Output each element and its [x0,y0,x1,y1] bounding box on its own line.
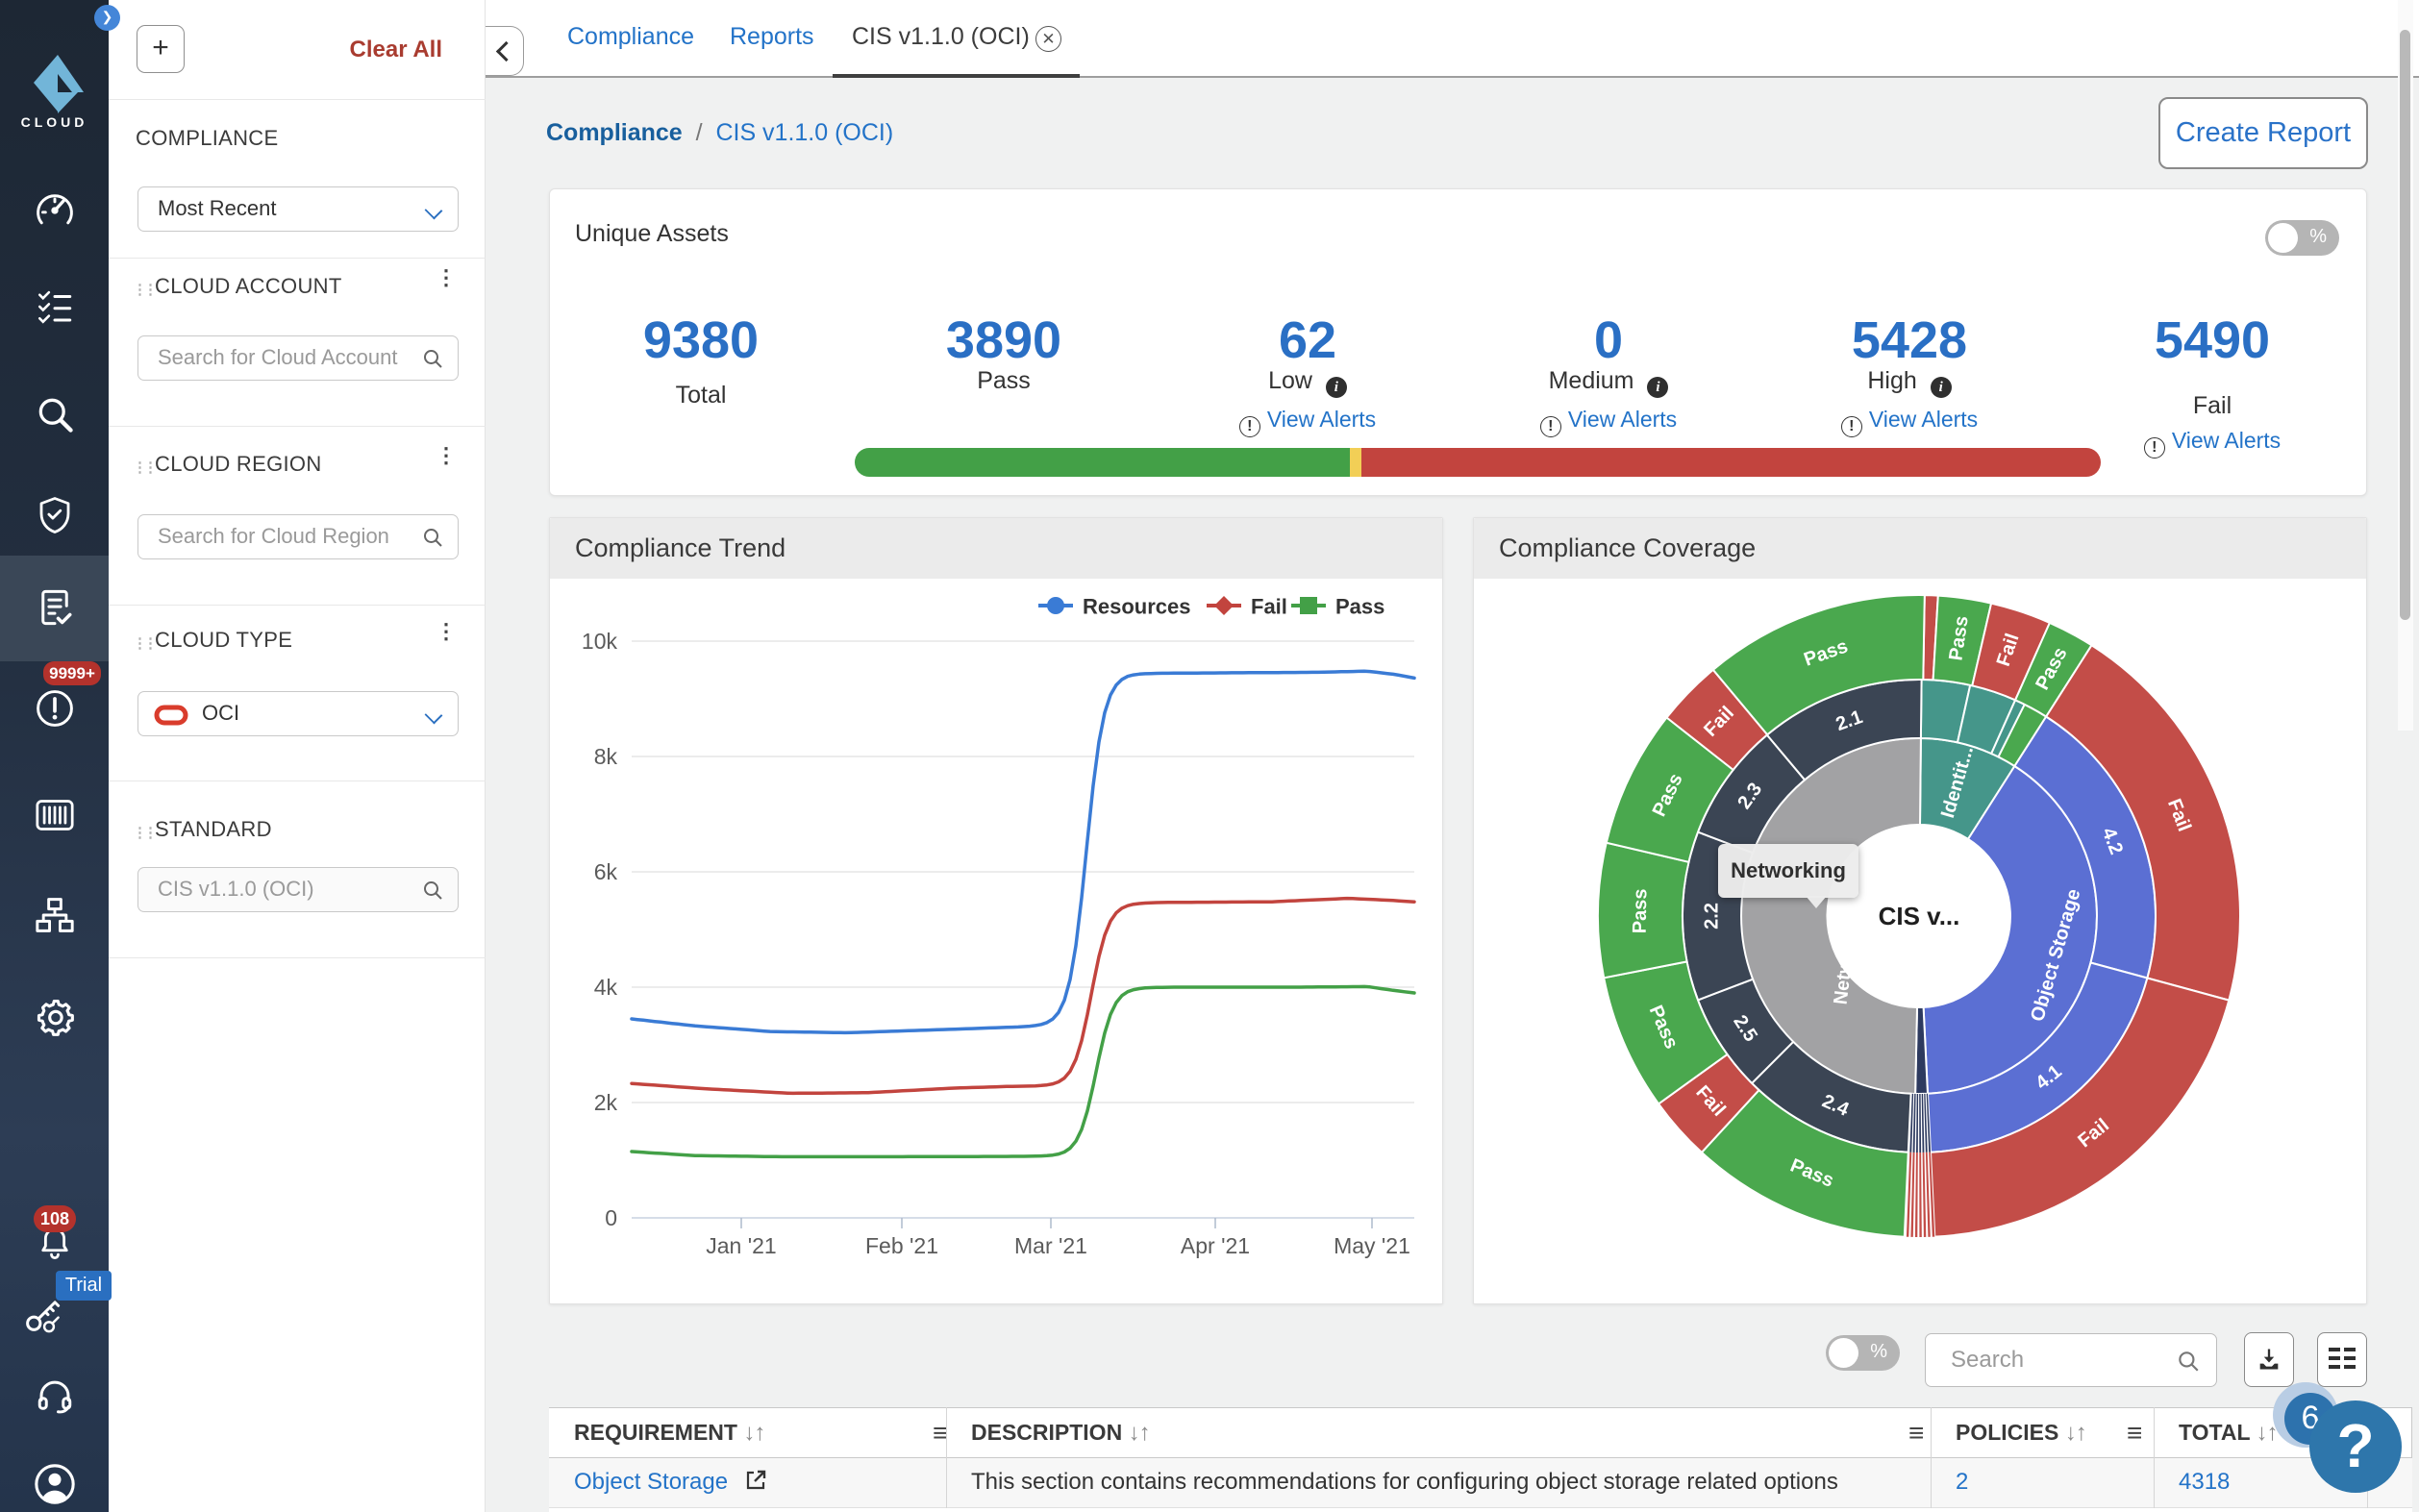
svg-text:0: 0 [605,1205,617,1230]
svg-text:Apr '21: Apr '21 [1181,1233,1250,1258]
svg-text:Pass: Pass [1335,595,1384,619]
svg-text:Feb '21: Feb '21 [865,1233,938,1258]
svg-text:Jan '21: Jan '21 [706,1233,776,1258]
svg-text:8k: 8k [594,744,618,769]
svg-text:Mar '21: Mar '21 [1014,1233,1087,1258]
svg-text:6k: 6k [594,859,618,884]
svg-text:4k: 4k [594,975,618,1000]
svg-text:CIS v...: CIS v... [1879,902,1960,930]
svg-text:2k: 2k [594,1090,618,1115]
svg-text:Resources: Resources [1083,595,1191,619]
svg-text:Pass: Pass [1630,888,1652,933]
svg-text:10k: 10k [582,629,618,654]
svg-text:May '21: May '21 [1334,1233,1410,1258]
svg-text:2.2: 2.2 [1702,903,1723,930]
svg-text:Fail: Fail [1251,595,1287,619]
